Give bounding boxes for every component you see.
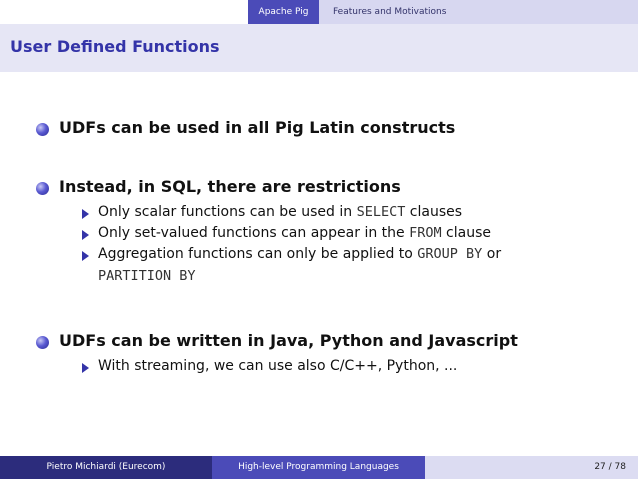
nav-subsection-area[interactable]: Features and Motivations <box>319 0 638 24</box>
header-navigation-bar: Apache Pig Features and Motivations <box>0 0 638 24</box>
code-select: SELECT <box>356 204 406 220</box>
subitem-2-1: Only scalar functions can be used in SEL… <box>98 204 462 220</box>
footer-author: Pietro Michiardi (Eurecom) <box>0 456 212 479</box>
triangle-bullet-icon <box>82 363 89 373</box>
bullet-ball-icon <box>36 336 49 349</box>
subitem-2-3-continuation: PARTITION BY <box>98 268 196 284</box>
subitem-2-3: Aggregation functions can only be applie… <box>98 246 501 262</box>
triangle-bullet-icon <box>82 251 89 261</box>
header-spacer <box>0 0 248 24</box>
code-group-by: GROUP BY <box>417 246 483 262</box>
frame-title-bar: User Defined Functions <box>0 24 638 72</box>
footer-title: High-level Programming Languages <box>212 456 425 479</box>
code-from: FROM <box>409 225 442 241</box>
slide-title: User Defined Functions <box>10 37 220 56</box>
bullet-item-3: UDFs can be written in Java, Python and … <box>59 331 518 350</box>
bullet-ball-icon <box>36 123 49 136</box>
subitem-text: Only set-valued functions can appear in … <box>98 225 410 241</box>
bullet-ball-icon <box>36 182 49 195</box>
bullet-item-1: UDFs can be used in all Pig Latin constr… <box>59 118 456 137</box>
subitem-3-1: With streaming, we can use also C/C++, P… <box>98 358 458 374</box>
nav-subsection-features[interactable]: Features and Motivations <box>319 7 446 17</box>
subitem-text: or <box>482 246 502 262</box>
code-partition-by: PARTITION BY <box>98 268 196 284</box>
subitem-2-2: Only set-valued functions can appear in … <box>98 225 491 241</box>
subitem-text: clause <box>441 225 492 241</box>
page-counter: 27 / 78 <box>594 462 626 472</box>
subitem-text: clauses <box>405 204 463 220</box>
footer-page-number: 27 / 78 <box>425 456 638 479</box>
footer-bar: Pietro Michiardi (Eurecom) High-level Pr… <box>0 456 638 479</box>
slide-content: UDFs can be used in all Pig Latin constr… <box>0 72 638 456</box>
triangle-bullet-icon <box>82 209 89 219</box>
bullet-item-2: Instead, in SQL, there are restrictions <box>59 177 401 196</box>
nav-section-apache-pig[interactable]: Apache Pig <box>248 0 319 24</box>
subitem-text: Only scalar functions can be used in <box>98 204 357 220</box>
subitem-text: Aggregation functions can only be applie… <box>98 246 418 262</box>
triangle-bullet-icon <box>82 230 89 240</box>
